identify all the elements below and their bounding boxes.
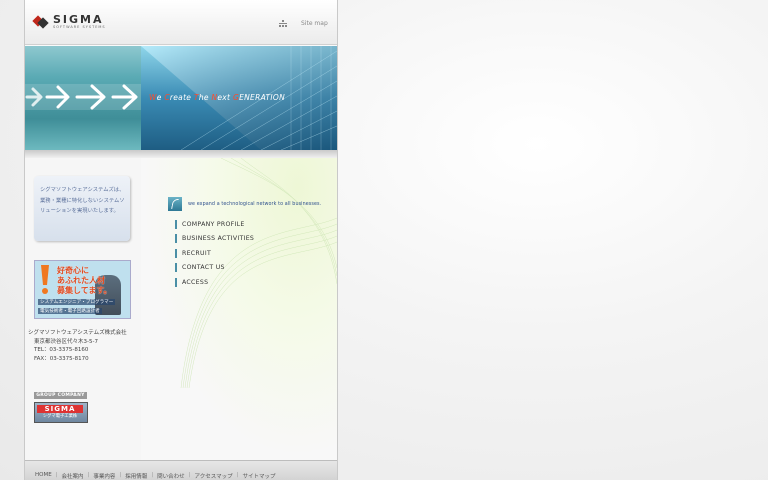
- tagline: we expand a technological network to all…: [168, 197, 321, 211]
- footer-separator: |: [151, 472, 154, 478]
- company-fax: FAX：03-3375-8170: [34, 355, 89, 362]
- sitemap-label: Site map: [301, 20, 328, 27]
- menu-business-activities[interactable]: BUSINESS ACTIVITIES: [175, 234, 255, 243]
- banner-slogan: We Create The Next GENERATION: [149, 93, 285, 102]
- tagline-text: we expand a technological network to all…: [188, 201, 322, 207]
- menu-bar-icon: [175, 234, 177, 243]
- recruit-subtitle-1: システムエンジニア・プログラマー: [38, 299, 116, 305]
- footer-link-home[interactable]: HOME: [35, 472, 52, 480]
- menu-company-profile[interactable]: COMPANY PROFILE: [175, 219, 254, 229]
- footer-separator: |: [119, 472, 122, 478]
- recruit-banner[interactable]: 好奇心に あふれた人材 募集してます。 システムエンジニア・プログラマー 電気技…: [34, 260, 131, 319]
- footer-link-recruit[interactable]: 採用情報: [125, 472, 147, 480]
- company-name: シグマソフトウェアシステムズ株式会社: [28, 330, 127, 336]
- footer-link-company[interactable]: 会社案内: [62, 472, 84, 480]
- menu-label: COMPANY PROFILE: [182, 220, 245, 228]
- menu-label: BUSINESS ACTIVITIES: [182, 235, 255, 242]
- menu-contact-us[interactable]: CONTACT US: [175, 263, 254, 272]
- footer-separator: |: [236, 472, 239, 478]
- menu-bar-icon: [175, 263, 177, 272]
- intro-text: シグマソフトウェアシステムズは、業務・業種に特化しないシステムソリューションを実…: [40, 187, 125, 214]
- company-tel: TEL：03-3375-8160: [34, 347, 89, 353]
- recruit-subtitle-2: 電気技術者・電子回路設計者: [38, 308, 102, 314]
- logo-sub-text: SOFTWARE SYSTEMS: [53, 25, 106, 29]
- footer-link-business[interactable]: 事業内容: [93, 472, 115, 480]
- intro-box: シグマソフトウェアシステムズは、業務・業種に特化しないシステムソリューションを実…: [34, 176, 130, 241]
- header: SIGMA SOFTWARE SYSTEMS Site map: [25, 0, 337, 45]
- menu-bar-icon: [175, 277, 177, 287]
- footer-separator: |: [55, 472, 58, 478]
- banner-shadow: [25, 150, 337, 158]
- sigma-logo-icon: [32, 15, 49, 29]
- footer: HOME | 会社案内 | 事業内容 | 採用情報 | 問い合わせ | アクセス…: [25, 460, 337, 480]
- group-company-label: GROUP COMPANY: [34, 392, 87, 399]
- hero-banner: We Create The Next GENERATION: [25, 46, 337, 150]
- banner-arrows-panel: [25, 46, 141, 150]
- company-address: 東京都渋谷区代々木3-5-7: [34, 338, 98, 345]
- footer-link-access-map[interactable]: アクセスマップ: [195, 472, 233, 480]
- recruit-headline: 好奇心に あふれた人材 募集してます。: [57, 266, 112, 295]
- company-info: シグマソフトウェアシステムズ株式会社 東京都渋谷区代々木3-5-7 TEL：03…: [28, 329, 127, 363]
- arrows-icon: [25, 84, 138, 110]
- sitemap-link[interactable]: Site map: [279, 20, 328, 27]
- menu-bar-icon: [175, 248, 177, 258]
- sigma-logo[interactable]: SIGMA SOFTWARE SYSTEMS: [32, 13, 106, 30]
- sitemap-icon: [279, 20, 287, 27]
- footer-nav: HOME | 会社案内 | 事業内容 | 採用情報 | 問い合わせ | アクセス…: [35, 472, 275, 480]
- logo-main-text: SIGMA: [53, 13, 104, 26]
- menu-access[interactable]: ACCESS: [175, 277, 254, 287]
- footer-link-sitemap[interactable]: サイトマップ: [242, 472, 275, 480]
- sigma-s-icon: [168, 197, 182, 211]
- group-company-logo[interactable]: SIGMA シグマ電子工業株: [34, 402, 88, 423]
- menu-label: ACCESS: [182, 278, 209, 286]
- footer-link-contact[interactable]: 問い合わせ: [157, 472, 185, 480]
- group-logo-main: SIGMA: [37, 405, 83, 413]
- menu-label: CONTACT US: [182, 264, 225, 271]
- page-container: SIGMA SOFTWARE SYSTEMS Site map We Creat…: [24, 0, 338, 480]
- menu-label: RECRUIT: [182, 249, 212, 257]
- footer-separator: |: [188, 472, 191, 478]
- group-logo-sub: シグマ電子工業株: [42, 414, 78, 419]
- footer-separator: |: [87, 472, 90, 478]
- main-menu: COMPANY PROFILE BUSINESS ACTIVITIES RECR…: [175, 219, 255, 293]
- menu-bar-icon: [175, 219, 177, 229]
- exclamation-icon: [41, 265, 49, 294]
- menu-recruit[interactable]: RECRUIT: [175, 248, 254, 258]
